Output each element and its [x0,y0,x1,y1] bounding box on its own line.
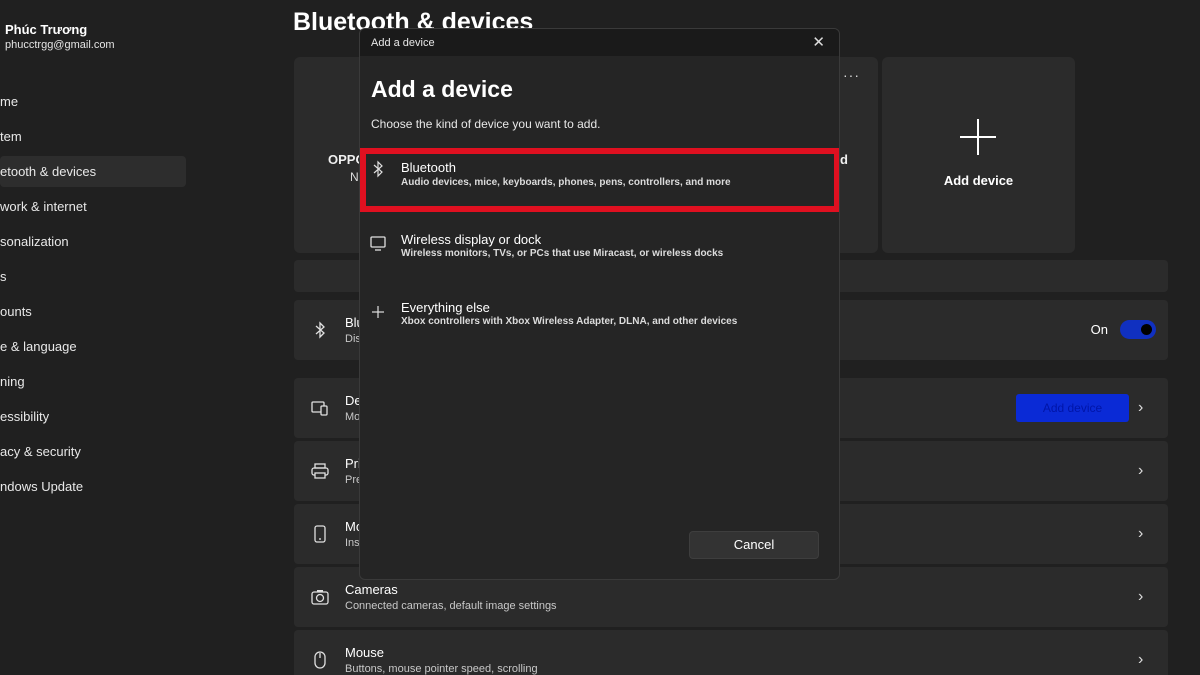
profile-email: phucctrgg@gmail.com [5,39,115,51]
add-device-card[interactable]: Add device [882,57,1075,253]
option-title: Everything else [401,300,490,315]
chevron-right-icon: › [1138,588,1144,605]
toggle-state-label: On [1090,322,1108,337]
close-icon[interactable]: ✕ [812,33,825,51]
row-title: Cameras [345,582,398,597]
option-title: Wireless display or dock [401,232,542,247]
sidebar-item-bluetooth-devices[interactable]: etooth & devices [0,156,186,187]
bluetooth-icon [310,320,330,340]
profile-name: Phúc Trương [5,22,88,37]
add-device-dialog: Add a device ✕ Add a device Choose the k… [359,28,840,580]
add-device-button[interactable]: Add device [1016,394,1129,422]
option-subtitle: Xbox controllers with Xbox Wireless Adap… [401,316,738,327]
option-subtitle: Audio devices, mice, keyboards, phones, … [401,177,731,188]
sidebar-item-personalization[interactable]: sonalization [0,226,186,257]
row-subtitle: Connected cameras, default image setting… [345,600,557,612]
sidebar-item-accounts[interactable]: ounts [0,296,186,327]
sidebar-item-accessibility[interactable]: essibility [0,401,186,432]
mouse-icon [310,650,330,670]
sidebar-item-windows-update[interactable]: ndows Update [0,471,186,502]
sidebar-item-privacy-security[interactable]: acy & security [0,436,186,467]
chevron-right-icon: › [1138,651,1144,668]
cancel-button[interactable]: Cancel [689,531,819,559]
row-subtitle: Mo [345,411,361,423]
option-title: Bluetooth [401,160,456,175]
dialog-window-title: Add a device [371,37,435,49]
row-title: Mouse [345,645,385,660]
printer-icon [310,461,330,481]
option-wireless-display[interactable]: Wireless display or dock Wireless monito… [360,228,839,288]
camera-icon [310,587,330,607]
chevron-right-icon: › [1138,462,1144,479]
more-options-icon[interactable]: ··· [843,67,860,83]
sidebar-item-gaming[interactable]: ning [0,366,186,397]
dialog-heading: Add a device [371,76,513,102]
row-subtitle: Buttons, mouse pointer speed, scrolling [345,663,538,675]
sidebar-item-apps[interactable]: s [0,261,186,292]
chevron-right-icon: › [1138,525,1144,542]
sidebar-nav: me tem etooth & devices work & internet … [0,86,186,506]
bluetooth-icon [368,159,388,179]
dialog-titlebar: Add a device ✕ [360,29,839,56]
option-everything-else[interactable]: Everything else Xbox controllers with Xb… [360,296,839,356]
option-bluetooth[interactable]: Bluetooth Audio devices, mice, keyboards… [360,148,839,212]
monitor-icon [368,234,388,254]
plus-icon [368,302,388,322]
option-subtitle: Wireless monitors, TVs, or PCs that use … [401,248,724,259]
add-device-card-label: Add device [943,173,1014,188]
dialog-description: Choose the kind of device you want to ad… [371,117,601,131]
mouse-row[interactable]: Mouse Buttons, mouse pointer speed, scro… [294,630,1168,675]
chevron-right-icon: › [1138,399,1144,416]
device-card-sub: N [350,170,359,184]
devices-icon [310,398,330,418]
bluetooth-toggle[interactable] [1120,320,1156,339]
sidebar-item-system[interactable]: tem [0,121,186,152]
phone-icon [310,524,330,544]
row-subtitle: Ins [345,537,360,549]
sidebar-item-time-language[interactable]: e & language [0,331,186,362]
plus-icon [960,119,996,155]
device-card-right-label: d [840,152,848,167]
sidebar-item-home[interactable]: me [0,86,186,117]
sidebar-item-network[interactable]: work & internet [0,191,186,222]
